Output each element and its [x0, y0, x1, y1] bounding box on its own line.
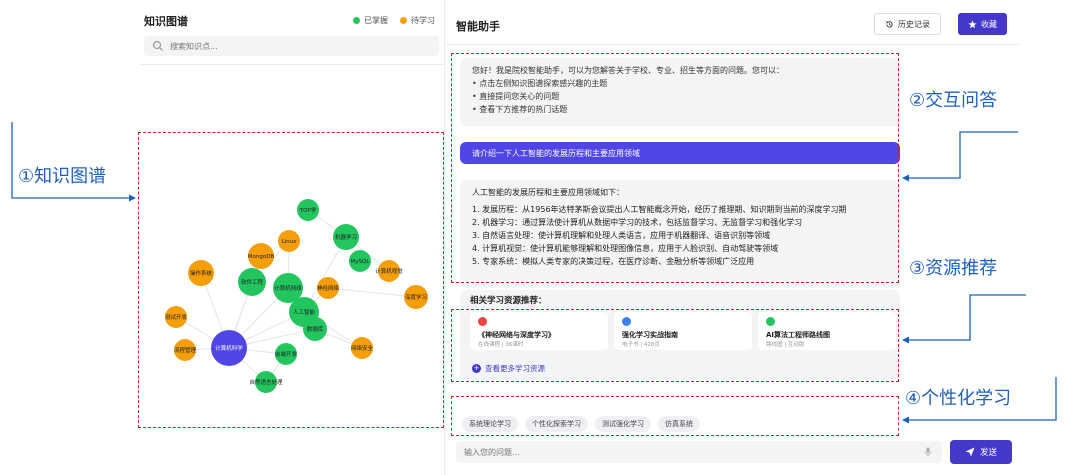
annotation-interactive-qa: ②交互问答 — [909, 90, 998, 111]
personalized-highlight-box — [451, 396, 899, 436]
resource-title: 相关学习资源推荐： — [470, 296, 547, 306]
legend-label-pending: 待学习 — [411, 16, 435, 25]
send-label: 发送 — [979, 448, 997, 458]
legend-item-pending: 待学习 — [400, 15, 435, 26]
kg-highlight-box — [138, 132, 444, 428]
history-icon — [886, 20, 893, 27]
right-divider — [446, 44, 1020, 45]
search-icon — [152, 40, 163, 51]
send-button[interactable]: 发送 — [950, 440, 1012, 464]
legend-label-mastered: 已掌握 — [364, 16, 388, 25]
left-divider — [140, 64, 445, 65]
favorite-button[interactable]: 收藏 — [958, 13, 1007, 35]
resource-highlight-box — [451, 309, 899, 382]
favorite-label: 收藏 — [981, 19, 997, 29]
star-icon — [968, 20, 977, 28]
mastered-dot-icon — [353, 17, 360, 24]
message-input[interactable] — [456, 441, 942, 463]
annotation-resource-recommendation: ③资源推荐 — [909, 258, 998, 279]
knowledge-search-box[interactable] — [144, 36, 439, 56]
knowledge-graph-title: 知识图谱 — [144, 15, 188, 28]
annotation-personalized-learning: ④个性化学习 — [905, 388, 1012, 409]
history-label: 历史记录 — [898, 19, 930, 29]
history-button[interactable]: 历史记录 — [874, 13, 941, 35]
knowledge-graph-header: 知识图谱 已掌握 待学习 — [140, 10, 445, 32]
assistant-header: 智能助手 历史记录 收藏 — [446, 8, 1020, 40]
knowledge-search-input[interactable] — [170, 41, 420, 51]
send-icon — [965, 447, 975, 457]
pending-dot-icon — [400, 17, 407, 24]
microphone-icon[interactable] — [924, 447, 932, 457]
message-input-row: 发送 — [446, 440, 1020, 464]
graph-legend: 已掌握 待学习 — [341, 15, 435, 26]
annotation-knowledge-graph: ①知识图谱 — [18, 166, 107, 187]
qa-highlight-box — [451, 53, 899, 283]
legend-item-mastered: 已掌握 — [353, 15, 388, 26]
kg-arrowhead — [129, 194, 136, 202]
assistant-title: 智能助手 — [456, 20, 500, 33]
